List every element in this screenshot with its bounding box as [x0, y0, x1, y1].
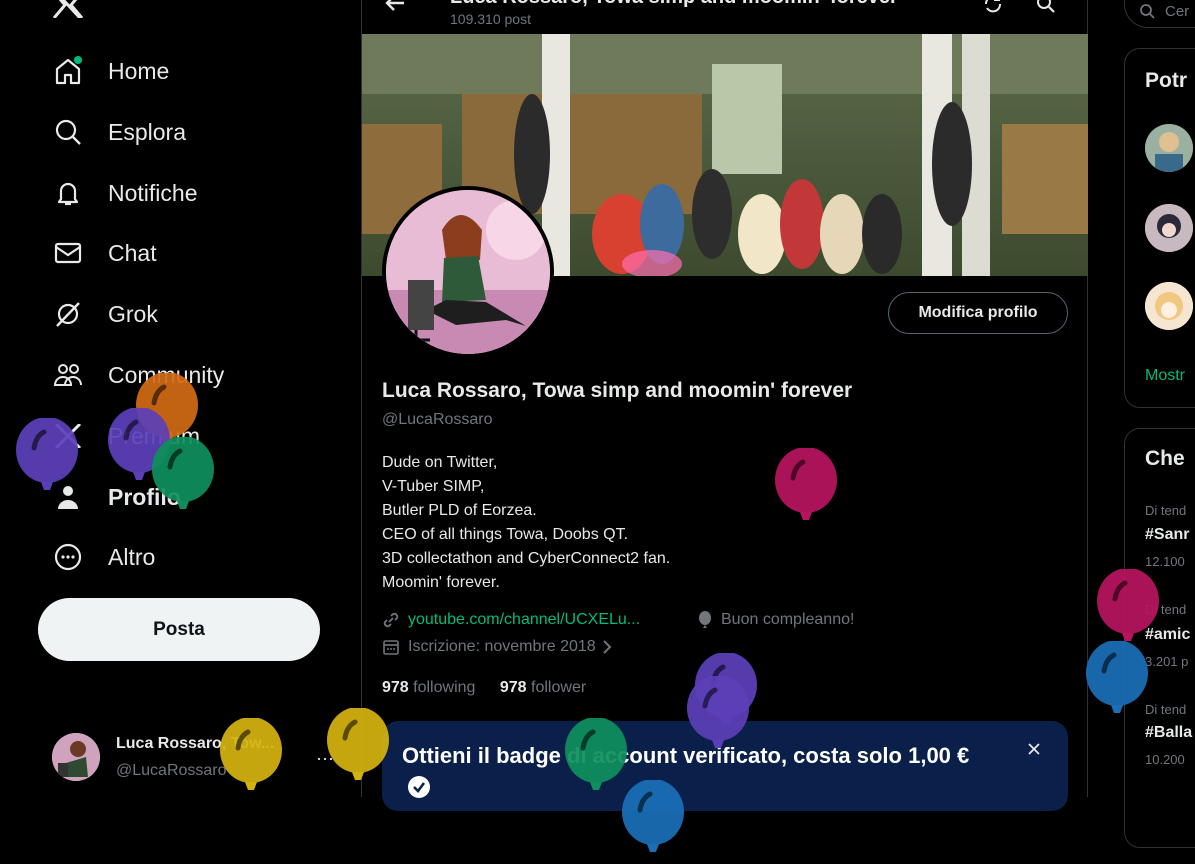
profile-avatar[interactable]	[382, 186, 554, 358]
following-count: 978	[382, 679, 409, 696]
bio-line: V-Tuber SIMP,	[382, 478, 485, 495]
link-icon	[382, 611, 400, 629]
profile-handle: @LucaRossaro	[382, 411, 493, 428]
nav-grok-label: Grok	[108, 300, 158, 327]
account-avatar[interactable]	[52, 733, 100, 781]
header-title: Luca Rossaro, Towa simp and moomin' fore…	[450, 0, 960, 9]
nav-notifications-label: Notifiche	[108, 179, 198, 206]
bell-icon	[52, 177, 84, 209]
header-post-count: 109.310 post	[450, 11, 531, 27]
account-handle: @LucaRossaro	[116, 762, 227, 779]
birthday-row: Buon compleanno!	[697, 611, 854, 629]
envelope-icon	[52, 237, 84, 269]
search-icon	[1139, 3, 1155, 19]
trend-context: Di tend	[1145, 602, 1187, 617]
search-input[interactable]: Cer	[1124, 0, 1195, 28]
suggested-avatar[interactable]	[1145, 282, 1193, 330]
profile-name: Luca Rossaro, Towa simp and moomin' fore…	[382, 379, 853, 402]
trend-tag[interactable]: #Balla	[1145, 724, 1192, 742]
person-icon	[52, 481, 84, 513]
chevron-right-icon[interactable]	[602, 639, 612, 655]
follower-label: follower	[531, 679, 587, 696]
nav-profile-label: Profilo	[108, 483, 181, 510]
trend-context: Di tend	[1145, 702, 1187, 717]
trend-count: 12.100	[1145, 554, 1185, 569]
nav-premium-label: Premium	[108, 422, 201, 449]
verify-promo-text: Ottieni il badge di account verificato, …	[402, 741, 1002, 801]
back-arrow-icon[interactable]	[384, 0, 406, 12]
grok-icon	[52, 298, 84, 330]
search-icon	[52, 116, 84, 148]
who-to-follow-title: Potr	[1145, 69, 1187, 92]
refresh-icon[interactable]	[982, 0, 1004, 14]
nav-explore[interactable]: Esplora	[52, 110, 186, 154]
verify-promo-card[interactable]: Ottieni il badge di account verificato, …	[382, 721, 1068, 811]
x-premium-icon	[52, 420, 84, 452]
profile-link-row: youtube.com/channel/UCXELu...	[382, 611, 640, 629]
trend-tag[interactable]: #amic	[1145, 626, 1190, 644]
follow-counts: 978 following 978 follower	[382, 679, 586, 697]
bio-line: Butler PLD of Eorzea.	[382, 502, 537, 519]
trend-count: 10.200	[1145, 752, 1185, 767]
home-icon	[52, 55, 84, 87]
show-more-label: Mostr	[1145, 367, 1185, 384]
suggested-avatar[interactable]	[1145, 204, 1193, 252]
following-link[interactable]: 978 following	[382, 679, 475, 696]
bio-line: 3D collectathon and CyberConnect2 fan.	[382, 550, 671, 567]
trends-title: Che	[1145, 447, 1185, 470]
suggested-avatar[interactable]	[1145, 124, 1193, 172]
joined-row: Iscrizione: novembre 2018	[382, 638, 612, 656]
community-icon	[52, 359, 84, 391]
more-circle-icon	[52, 541, 84, 573]
nav-chat-label: Chat	[108, 239, 157, 266]
trend-count: 3.201 p	[1145, 654, 1189, 669]
close-icon[interactable]	[1026, 741, 1042, 757]
verified-badge-icon	[406, 774, 432, 800]
edit-profile-button[interactable]: Modifica profilo	[888, 292, 1068, 334]
account-more-button[interactable]: ···	[316, 748, 334, 769]
birthday-text: Buon compleanno!	[721, 611, 855, 628]
verify-promo-label: Ottieni il badge di account verificato, …	[402, 743, 970, 768]
bio-line: Dude on Twitter,	[382, 454, 498, 471]
bio-line: Moomin' forever.	[382, 574, 500, 591]
x-logo[interactable]	[52, 0, 84, 18]
nav-grok[interactable]: Grok	[52, 292, 158, 336]
nav-community[interactable]: Community	[52, 353, 224, 397]
trends-card: Che Di tend #Sanr 12.100 Di tend #amic 3…	[1124, 428, 1195, 848]
nav-chat[interactable]: Chat	[52, 231, 157, 275]
nav-home[interactable]: Home	[52, 49, 169, 93]
nav-home-label: Home	[108, 57, 170, 84]
nav-profile[interactable]: Profilo	[52, 475, 181, 519]
balloon-decoration	[218, 718, 284, 802]
who-to-follow-card: Potr Mostr	[1124, 48, 1195, 408]
nav-premium[interactable]: Premium	[52, 414, 200, 458]
nav-notifications[interactable]: Notifiche	[52, 171, 197, 215]
follower-link[interactable]: 978 follower	[500, 679, 586, 696]
account-name: Luca Rossaro, Tow...	[116, 735, 275, 752]
following-label: following	[413, 679, 476, 696]
show-more-link[interactable]: Mostr	[1145, 367, 1185, 385]
profile-link[interactable]: youtube.com/channel/UCXELu...	[408, 611, 640, 629]
trend-tag[interactable]: #Sanr	[1145, 526, 1189, 544]
nav-more[interactable]: Altro	[52, 535, 155, 579]
nav-explore-label: Esplora	[108, 118, 186, 145]
nav-more-label: Altro	[108, 543, 156, 570]
follower-count: 978	[499, 679, 527, 696]
joined-text: Iscrizione: novembre 2018	[408, 638, 596, 655]
nav-community-label: Community	[108, 361, 225, 388]
profile-bio: Dude on Twitter, V-Tuber SIMP, Butler PL…	[382, 451, 670, 595]
search-placeholder: Cer	[1165, 3, 1190, 20]
post-button[interactable]: Posta	[38, 598, 320, 661]
balloon-icon	[697, 611, 713, 629]
calendar-icon	[382, 638, 400, 656]
bio-line: CEO of all things Towa, Doobs QT.	[382, 526, 629, 543]
balloon-decoration	[773, 448, 839, 532]
header-search-icon[interactable]	[1036, 0, 1056, 14]
trend-context: Di tend	[1145, 503, 1187, 518]
